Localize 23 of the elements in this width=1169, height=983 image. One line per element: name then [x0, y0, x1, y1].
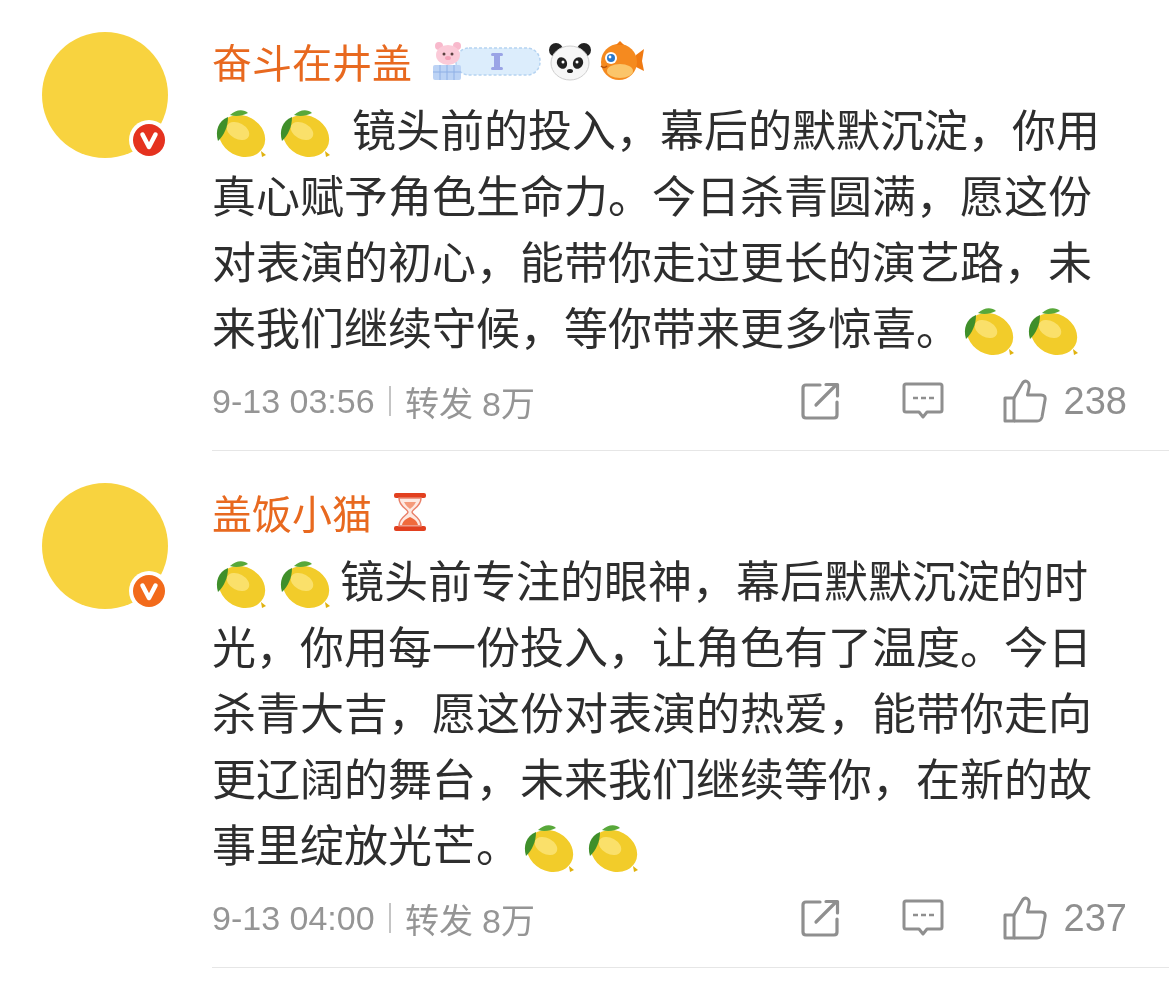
pufferfish-icon: [598, 41, 644, 81]
repost-count: 转发 8万: [404, 900, 535, 942]
like-button[interactable]: 237: [1001, 896, 1127, 940]
post-time: 9-13 03:56: [212, 381, 375, 421]
thumbs-up-icon: [1001, 896, 1048, 940]
comment-text: 真心赋予角色生命力。今日杀青圆满，愿这份对表演的初心，能带你走过更长的演艺路，未: [212, 173, 1092, 288]
comment-text: 镜头前的投入，幕后的默默沉淀，你用: [351, 107, 1101, 156]
user-name[interactable]: 奋斗在井盖: [212, 32, 412, 90]
comment-text: 事里绽放光芒。: [212, 822, 520, 871]
share-icon[interactable]: [800, 899, 841, 937]
like-button[interactable]: 238: [1001, 379, 1127, 423]
user-name[interactable]: 盖饭小猫: [212, 483, 372, 541]
repost-count: 转发 8万: [404, 383, 535, 425]
comment-icon[interactable]: [901, 899, 944, 937]
comment-text: 镜头前专注的眼神，幕后默默沉淀的时: [340, 558, 1088, 607]
thumbs-up-icon: [1001, 379, 1048, 423]
comment-text: 来我们继续守候，等你带来更多惊喜。: [212, 305, 960, 354]
bear-sticker-icon: [430, 41, 542, 81]
comment-icon[interactable]: [901, 382, 944, 420]
panda-icon: [548, 41, 592, 81]
post-time: 9-13 04:00: [212, 898, 375, 938]
share-icon[interactable]: [800, 382, 841, 420]
comment-text: 光，你用每一份投入，让角色有了温度。今日杀青大吉，愿这份对表演的热爱，能带你走向更辽阔的舞台，未来我们继续等你，在新的故: [212, 624, 1092, 805]
